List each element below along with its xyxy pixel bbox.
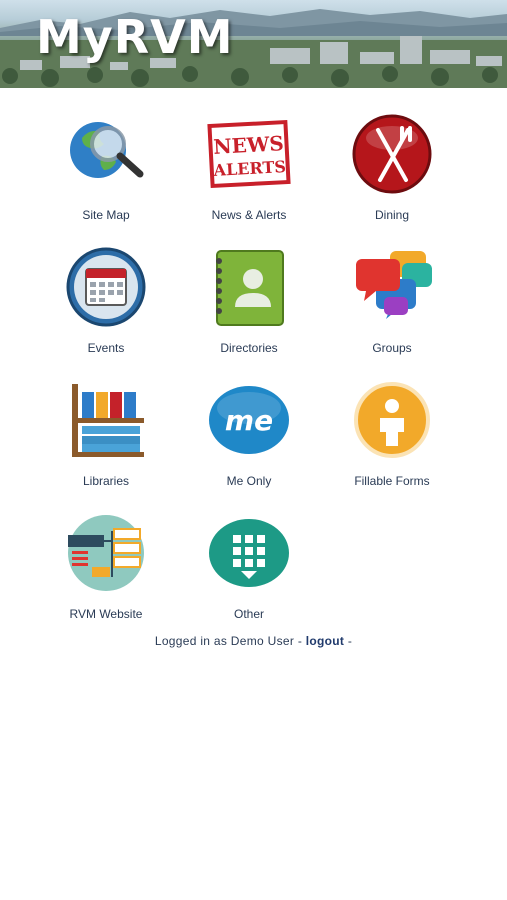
calendar-icon xyxy=(66,247,146,327)
tile-site-map[interactable]: Site Map xyxy=(31,104,181,228)
tile-label: Site Map xyxy=(82,208,130,222)
tile-label: News & Alerts xyxy=(211,208,287,222)
tile-other[interactable]: Other xyxy=(174,503,324,627)
sitemap-circle-icon xyxy=(68,515,144,591)
tile-groups[interactable]: Groups xyxy=(317,237,467,361)
tile-label: Libraries xyxy=(82,474,130,488)
tile-label: Other xyxy=(233,607,264,621)
globe-magnifier-icon xyxy=(70,122,144,178)
tile-events[interactable]: Events xyxy=(31,237,181,361)
fork-knife-icon xyxy=(352,114,432,194)
login-status: Logged in as Demo User - logout - xyxy=(0,634,507,648)
chat-bubbles-icon xyxy=(356,251,432,319)
tile-label: Directories xyxy=(220,341,278,355)
tile-label: Fillable Forms xyxy=(354,474,430,488)
bookshelf-icon xyxy=(72,384,144,457)
app-grid-icon xyxy=(209,519,289,587)
address-book-icon xyxy=(216,250,284,326)
me-badge-icon: me xyxy=(209,386,289,454)
tile-label: Events xyxy=(87,341,125,355)
tile-me-only[interactable]: me Me Only xyxy=(174,370,324,494)
tile-news-alerts[interactable]: NEWS ALERTS News & Alerts xyxy=(174,104,324,228)
person-circle-icon xyxy=(354,382,430,458)
header-banner: MyRVM xyxy=(0,0,507,88)
tile-libraries[interactable]: Libraries xyxy=(31,370,181,494)
tile-label: RVM Website xyxy=(69,607,143,621)
tile-dining[interactable]: Dining xyxy=(317,104,467,228)
tile-label: Groups xyxy=(372,341,412,355)
me-badge-text: me xyxy=(225,404,273,437)
tile-fillable-forms[interactable]: Fillable Forms xyxy=(317,370,467,494)
tile-label: Me Only xyxy=(226,474,272,488)
logged-in-text: Logged in as Demo User - xyxy=(154,634,306,648)
tile-directories[interactable]: Directories xyxy=(174,237,324,361)
tile-rvm-website[interactable]: RVM Website xyxy=(31,503,181,627)
tile-label: Dining xyxy=(374,208,410,222)
trailing-dash: - xyxy=(344,634,353,648)
logout-link[interactable]: logout xyxy=(306,634,344,648)
app-logo[interactable]: MyRVM xyxy=(36,14,234,60)
stamp-line-news: NEWS xyxy=(213,131,285,159)
stamp-line-alerts: ALERTS xyxy=(212,157,286,180)
news-alerts-stamp-icon: NEWS ALERTS xyxy=(207,119,291,189)
